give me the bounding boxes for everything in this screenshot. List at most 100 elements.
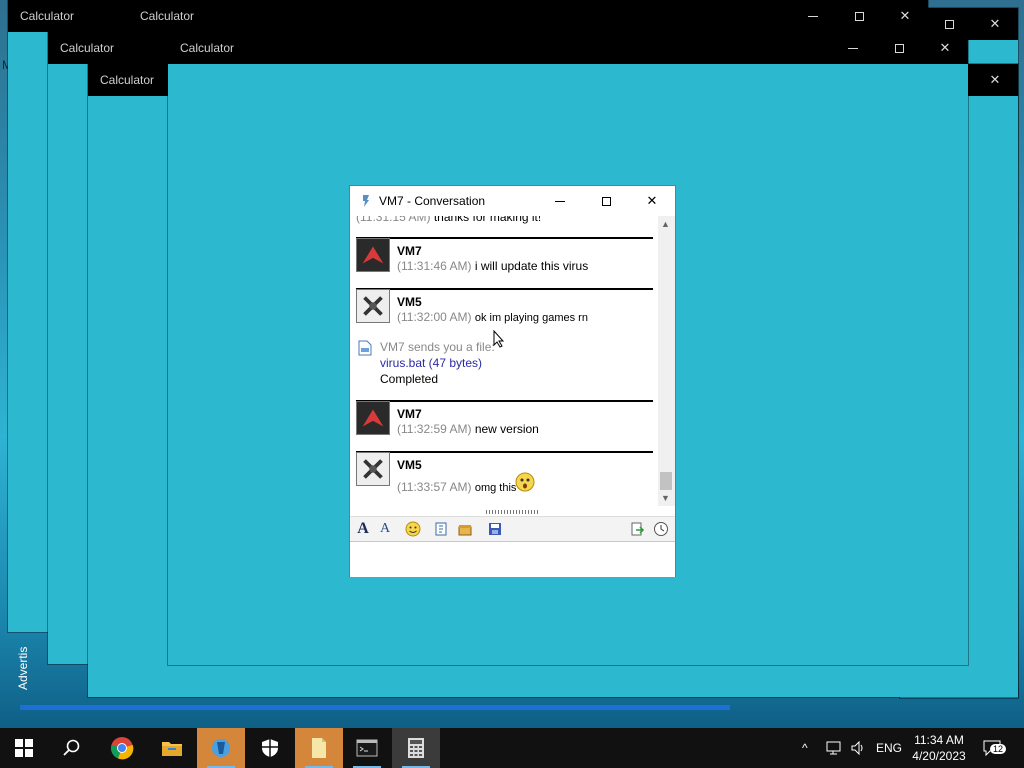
message-scrollbar[interactable]: ▲ ▼ (658, 216, 675, 506)
window-title: Calculator (20, 9, 75, 23)
volume-icon (851, 740, 863, 756)
maximize-icon (601, 196, 611, 206)
calculator-button[interactable] (392, 728, 440, 768)
network-button[interactable] (826, 728, 844, 768)
notifications-button[interactable]: 12 (982, 728, 1007, 768)
window-title: Calculator (180, 41, 235, 55)
send-file-icon[interactable] (628, 520, 646, 538)
minimize-icon (555, 200, 565, 202)
close-button[interactable]: ✕ (922, 32, 968, 64)
language-indicator[interactable]: ENG (876, 728, 902, 768)
window-titlebar[interactable]: Calculator ✕ (168, 32, 968, 64)
progress-bar (20, 705, 730, 710)
notification-count: 12 (990, 744, 1007, 754)
avatar (356, 401, 390, 435)
maximize-icon (944, 19, 954, 29)
save-icon[interactable] (486, 520, 504, 538)
resize-grip[interactable] (486, 510, 540, 514)
clock-time: 11:34 AM (914, 733, 964, 747)
file-explorer-button[interactable] (148, 728, 196, 768)
history-icon[interactable] (652, 520, 670, 538)
file-icon (358, 340, 372, 356)
file-link[interactable]: virus.bat (47 bytes) (380, 356, 482, 370)
window-titlebar[interactable]: Calculator (8, 0, 143, 32)
close-button[interactable]: ✕ (972, 8, 1018, 40)
minimize-button[interactable] (830, 32, 876, 64)
conversation-title: VM7 - Conversation (379, 194, 486, 208)
terminal-icon (356, 739, 378, 757)
message-text: (11:33:57 AM) omg this (397, 480, 517, 494)
file-explorer-icon (162, 742, 182, 756)
window-title: Calculator (60, 41, 115, 55)
app-icon (212, 739, 230, 757)
start-icon (15, 739, 33, 757)
window-titlebar[interactable]: Calculator ✕ (128, 0, 928, 32)
close-button[interactable]: ✕ (972, 64, 1018, 96)
mouse-cursor-icon (493, 330, 505, 348)
sender-name: VM5 (397, 295, 422, 309)
message-toolbar: A A (350, 510, 675, 541)
maximize-icon (894, 43, 904, 53)
advertisement-text: Advertis (16, 646, 30, 690)
desktop: M Advertis ✕ Calculator Calculator ✕ Cal… (0, 0, 1024, 728)
emoticon-icon[interactable] (404, 520, 422, 538)
conversation-window[interactable]: VM7 - Conversation ✕ (11:31:15 AM) thank… (349, 185, 676, 577)
chrome-icon (111, 737, 134, 760)
emoticon-icon (515, 472, 535, 492)
scroll-up-icon[interactable]: ▲ (661, 219, 670, 229)
gift-icon[interactable] (456, 520, 474, 538)
message-list[interactable]: (11:31:15 AM) thanks for making it! VM7 … (350, 216, 660, 536)
folder-icon (312, 738, 326, 758)
scroll-thumb[interactable] (660, 472, 672, 490)
window-title: Calculator (140, 9, 195, 23)
nudge-icon[interactable] (432, 520, 450, 538)
sender-name: VM5 (397, 458, 422, 472)
sender-name: VM7 (397, 407, 422, 421)
message-separator (356, 451, 653, 453)
maximize-button[interactable] (836, 0, 882, 32)
folder-button[interactable] (295, 728, 343, 768)
message-text: (11:32:59 AM) new version (397, 422, 539, 436)
message-separator (356, 288, 653, 290)
search-icon (63, 739, 80, 756)
font-icon[interactable]: A (354, 520, 372, 538)
calculator-icon (408, 738, 424, 758)
minimize-button[interactable] (537, 186, 583, 216)
message-separator (356, 237, 653, 239)
volume-button[interactable] (850, 728, 866, 768)
minimize-icon (808, 15, 818, 17)
terminal-button[interactable] (343, 728, 391, 768)
close-icon: ✕ (646, 193, 658, 208)
maximize-icon (854, 11, 864, 21)
security-button[interactable] (246, 728, 294, 768)
close-icon: ✕ (939, 40, 951, 55)
taskbar: ^ ENG 11:34 AM 4/20/2023 12 (0, 728, 1024, 768)
font-style-icon[interactable]: A (376, 520, 394, 538)
maximize-button[interactable] (583, 186, 629, 216)
message-text: (11:32:00 AM) ok im playing games rn (397, 310, 588, 324)
close-button[interactable]: ✕ (629, 186, 675, 216)
avatar (356, 289, 390, 323)
window-title: Calculator (100, 73, 155, 87)
app-button[interactable] (197, 728, 245, 768)
sender-name: VM7 (397, 244, 422, 258)
file-notice: VM7 sends you a file: (380, 340, 495, 354)
clock-date: 4/20/2023 (912, 749, 966, 763)
messenger-icon (363, 195, 369, 207)
message-input[interactable] (350, 541, 675, 577)
chrome-button[interactable] (98, 728, 146, 768)
start-button[interactable] (0, 728, 48, 768)
close-icon: ✕ (899, 8, 911, 23)
minimize-icon (848, 47, 858, 49)
avatar (356, 452, 390, 486)
scroll-down-icon[interactable]: ▼ (661, 493, 670, 503)
conversation-titlebar[interactable]: VM7 - Conversation ✕ (350, 186, 675, 216)
avatar (356, 238, 390, 272)
show-hidden-icons-button[interactable]: ^ (802, 728, 808, 768)
message-separator (356, 400, 653, 402)
clock[interactable]: 11:34 AM 4/20/2023 (908, 732, 970, 764)
close-button[interactable]: ✕ (882, 0, 928, 32)
search-button[interactable] (48, 728, 96, 768)
maximize-button[interactable] (876, 32, 922, 64)
minimize-button[interactable] (790, 0, 836, 32)
